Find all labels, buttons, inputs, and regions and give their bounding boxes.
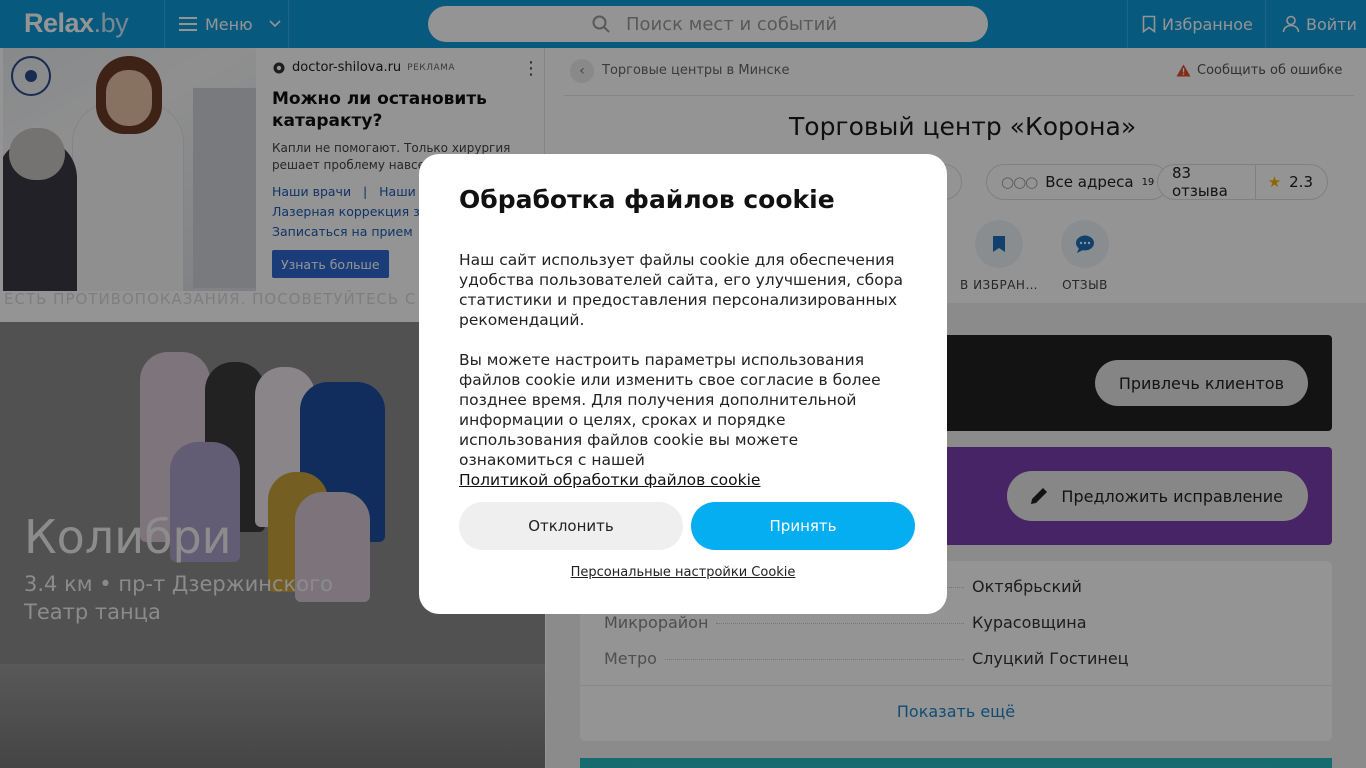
modal-body: Наш сайт использует файлы cookie для обе… (459, 250, 909, 490)
modal-paragraph: Наш сайт использует файлы cookie для обе… (459, 251, 904, 329)
modal-title: Обработка файлов cookie (459, 185, 835, 214)
accept-button[interactable]: Принять (691, 502, 915, 550)
cookie-settings-link[interactable]: Персональные настройки Cookie (419, 565, 947, 580)
modal-paragraph: Вы можете настроить параметры использова… (459, 350, 909, 490)
modal-paragraph-text: Вы можете настроить параметры использова… (459, 351, 881, 469)
cookie-modal: Обработка файлов cookie Наш сайт использ… (419, 154, 947, 614)
cookie-policy-link[interactable]: Политикой обработки файлов cookie (459, 471, 760, 489)
decline-button[interactable]: Отклонить (459, 502, 683, 550)
